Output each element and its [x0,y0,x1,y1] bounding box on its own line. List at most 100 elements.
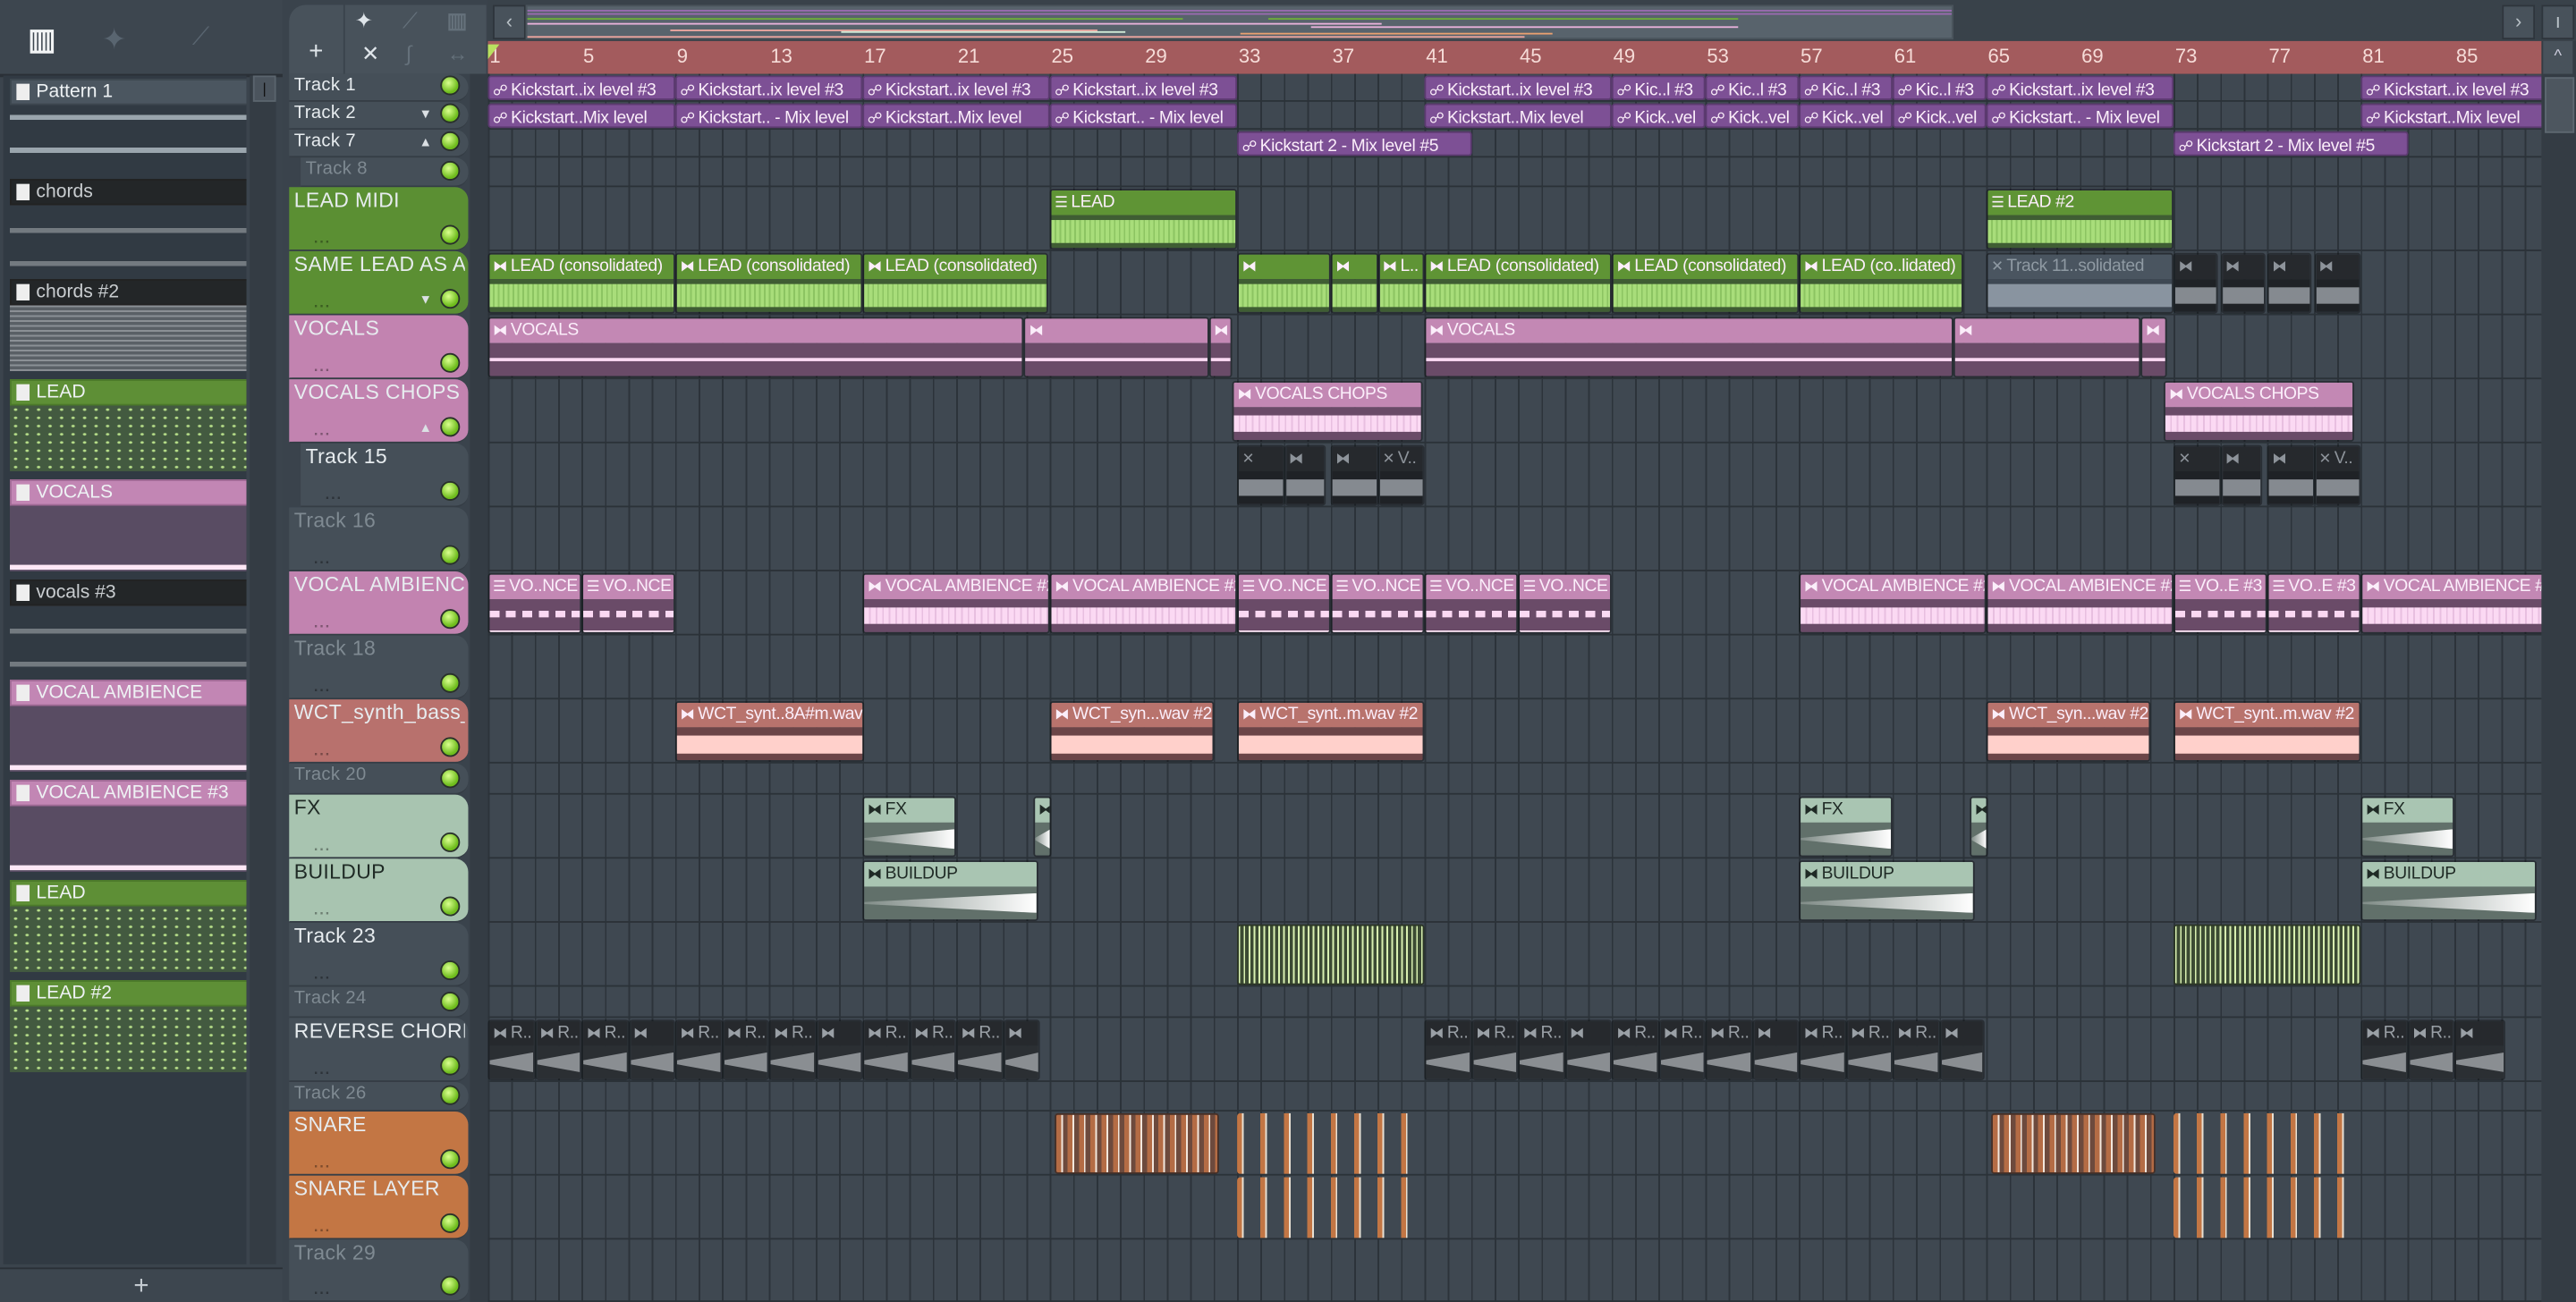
clip[interactable]: ☰ VO..E #3 [2173,572,2267,634]
track-mute-led[interactable] [440,896,461,917]
track-mute-led[interactable] [440,131,461,151]
clip[interactable]: ⧓ R.. [2360,1019,2408,1081]
clip[interactable]: ☍ Kickstart 2 - Mix level #5 [2173,131,2408,156]
clip[interactable]: ☍ Kickstart 2 - Mix level #5 [1237,131,1471,156]
clip-header[interactable]: ⧓ LEAD (consolidated) [489,254,674,280]
clip-header[interactable]: ⧓ FX [2362,798,2453,823]
clip[interactable]: ☰ LEAD [1049,189,1238,250]
clip-header[interactable]: ⧓ [2315,254,2360,280]
clip-header[interactable]: ⧓ [2268,254,2310,280]
clip-header[interactable]: ⧓ [2222,254,2264,280]
track-name[interactable]: Track 16 [294,509,465,532]
clip[interactable]: ⧓ BUILDUP [862,860,1038,922]
clip[interactable]: ⧓ R.. [1799,1019,1846,1081]
expand-arrow-icon[interactable]: ▲ [419,135,433,150]
overview-marker[interactable]: ı [2541,4,2575,40]
clip-header[interactable]: ⧓ WCT_synt..8A#m.wav [676,702,864,728]
clip[interactable]: ⧓ LEAD (co..lidated) [1799,252,1963,314]
clip-header[interactable]: ⧓ LEAD (consolidated) [864,254,1046,280]
track-mute-led[interactable] [440,289,461,309]
clip-header[interactable]: ⧓ LEAD (co..lidated) [1801,254,1962,280]
track-options-dots[interactable]: ... [314,1281,331,1297]
track-header[interactable]: LEAD MIDI... [289,187,469,251]
clip-header[interactable]: ✕ V.. [2315,446,2360,471]
clip[interactable]: ☰ VO..NCE [1424,572,1519,634]
track-mute-led[interactable] [440,672,461,693]
clip[interactable]: ☰ LEAD #2 [1986,189,2174,250]
clip-header[interactable]: ☍ Kickstart..ix level #3 [1052,77,1236,98]
clip[interactable] [1237,1112,1425,1174]
clip[interactable]: ☍ Kickstart.. - Mix level [1049,103,1238,129]
clip[interactable]: ☍ Kickstart..Mix level [1424,103,1612,129]
track-name[interactable]: Track 20 [294,765,465,785]
clip[interactable]: ⧓ R.. [581,1019,629,1081]
clip[interactable]: ☍ Kickstart..ix level #3 [1424,75,1612,101]
clip-header[interactable]: ⧓ VOCALS [489,318,1023,343]
track-name[interactable]: Track 24 [294,988,465,1008]
clip[interactable]: ⧓ R.. [1845,1019,1893,1081]
track-name[interactable]: Track 26 [294,1084,465,1103]
clip[interactable]: ✕ V.. [1377,444,1425,506]
track-name[interactable]: SNARE [294,1113,465,1137]
scroll-thumb[interactable] [2545,77,2575,133]
clip-header[interactable]: ⧓ R.. [1894,1021,1938,1046]
clip-header[interactable]: ⧓ VOCAL AMBIENCE #2 [1051,574,1236,600]
clip[interactable] [1990,1112,2156,1174]
track-mute-led[interactable] [440,1149,461,1170]
clip-header[interactable]: ⧓ [1332,254,1377,280]
timeline-ruler[interactable]: 1 5 9 13 17 21 25 29 33 37 41 45 49 53 57 61 65 69 73 77 81 8… [487,40,2542,76]
clip[interactable]: ☍ Kickstart..Mix level [2360,103,2542,129]
clip-header[interactable]: ⧓ VOCAL AMBIENCE #2 [1801,574,1985,600]
clip[interactable]: ⧓ BUILDUP [2360,860,2537,922]
track-name[interactable]: VOCALS CHOPS [294,381,465,404]
track-header[interactable]: VOCAL AMBIENCE... [289,571,469,636]
clip-header[interactable]: ✕ Track 11..solidated [1987,254,2173,280]
clip-header[interactable]: ⧓ LEAD (consolidated) [1426,254,1610,280]
clip-header[interactable]: ☍ Kic..l #3 [1614,77,1704,98]
pattern-header[interactable]: chords #2 [10,279,247,306]
pattern-header[interactable]: VOCAL AMBIENCE [10,680,247,706]
clip-header[interactable]: ⧓ R.. [1426,1021,1470,1046]
pattern-item[interactable]: LEAD [6,376,247,474]
track-mute-led[interactable] [440,224,461,245]
clip[interactable]: ⧓ FX [2360,796,2455,858]
clip[interactable]: ☍ Kickstart..Mix level [487,103,675,129]
track-options-dots[interactable]: ... [314,742,331,758]
clip-header[interactable]: ☍ Kickstart..Mix level [2362,106,2541,126]
clip-header[interactable]: ✕ [1238,446,1283,471]
clip-header[interactable]: ⧓ [630,1021,674,1046]
clip-header[interactable]: ☰ VO..NCE [489,574,580,600]
add-pattern-button[interactable]: + [0,1267,283,1302]
clip[interactable]: ☍ Kick..vel [1611,103,1706,129]
track-options-dots[interactable]: ... [314,1061,331,1077]
add-track-button[interactable]: + [309,38,323,65]
clip-header[interactable]: ⧓ [2268,446,2313,471]
clip-header[interactable]: ☍ Kickstart..ix level #3 [864,77,1048,98]
clip-header[interactable]: ⧓ R.. [911,1021,955,1046]
track-options-dots[interactable]: ... [314,1154,331,1171]
clip-header[interactable]: ☰ VO..NCE [1519,574,1610,600]
clip[interactable]: ⧓ LEAD (consolidated) [1611,252,1800,314]
clip[interactable]: ☍ Kickstart..ix level #3 [1986,75,2174,101]
scroll-left-button[interactable]: ‹ [493,4,526,40]
clip-header[interactable]: ⧓ [1971,798,1987,823]
clip-header[interactable]: ☍ Kickstart..ix level #3 [677,77,861,98]
clip[interactable]: ⧓ [1330,252,1378,314]
clip-header[interactable]: ⧓ [1025,318,1208,343]
clip[interactable]: ⧓ R.. [1658,1019,1706,1081]
clip-header[interactable]: ⧓ [2174,254,2216,280]
track-options-dots[interactable]: ... [314,550,331,566]
clip-header[interactable]: ⧓ FX [1801,798,1892,823]
track-header[interactable]: Track 16... [289,507,469,571]
clip[interactable]: ⧓ FX [862,796,956,858]
clip-header[interactable]: ⧓ [1753,1021,1798,1046]
track-name[interactable]: Track 7 [294,131,465,151]
clip[interactable]: ⧓ WCT_synt..m.wav #2 [2173,701,2361,762]
clip[interactable]: ⧓ [1208,317,1233,378]
track-options-dots[interactable]: ... [314,901,331,917]
clip-header[interactable]: ⧓ [1035,798,1051,823]
track-header[interactable]: SAME LEAD AS AB..... ▼ [289,250,469,316]
clip-header[interactable]: ☍ Kickstart 2 - Mix level #5 [2175,133,2406,154]
clip[interactable]: ⧓ R.. [674,1019,723,1081]
collapse-arrow-icon[interactable]: ▼ [419,106,433,122]
